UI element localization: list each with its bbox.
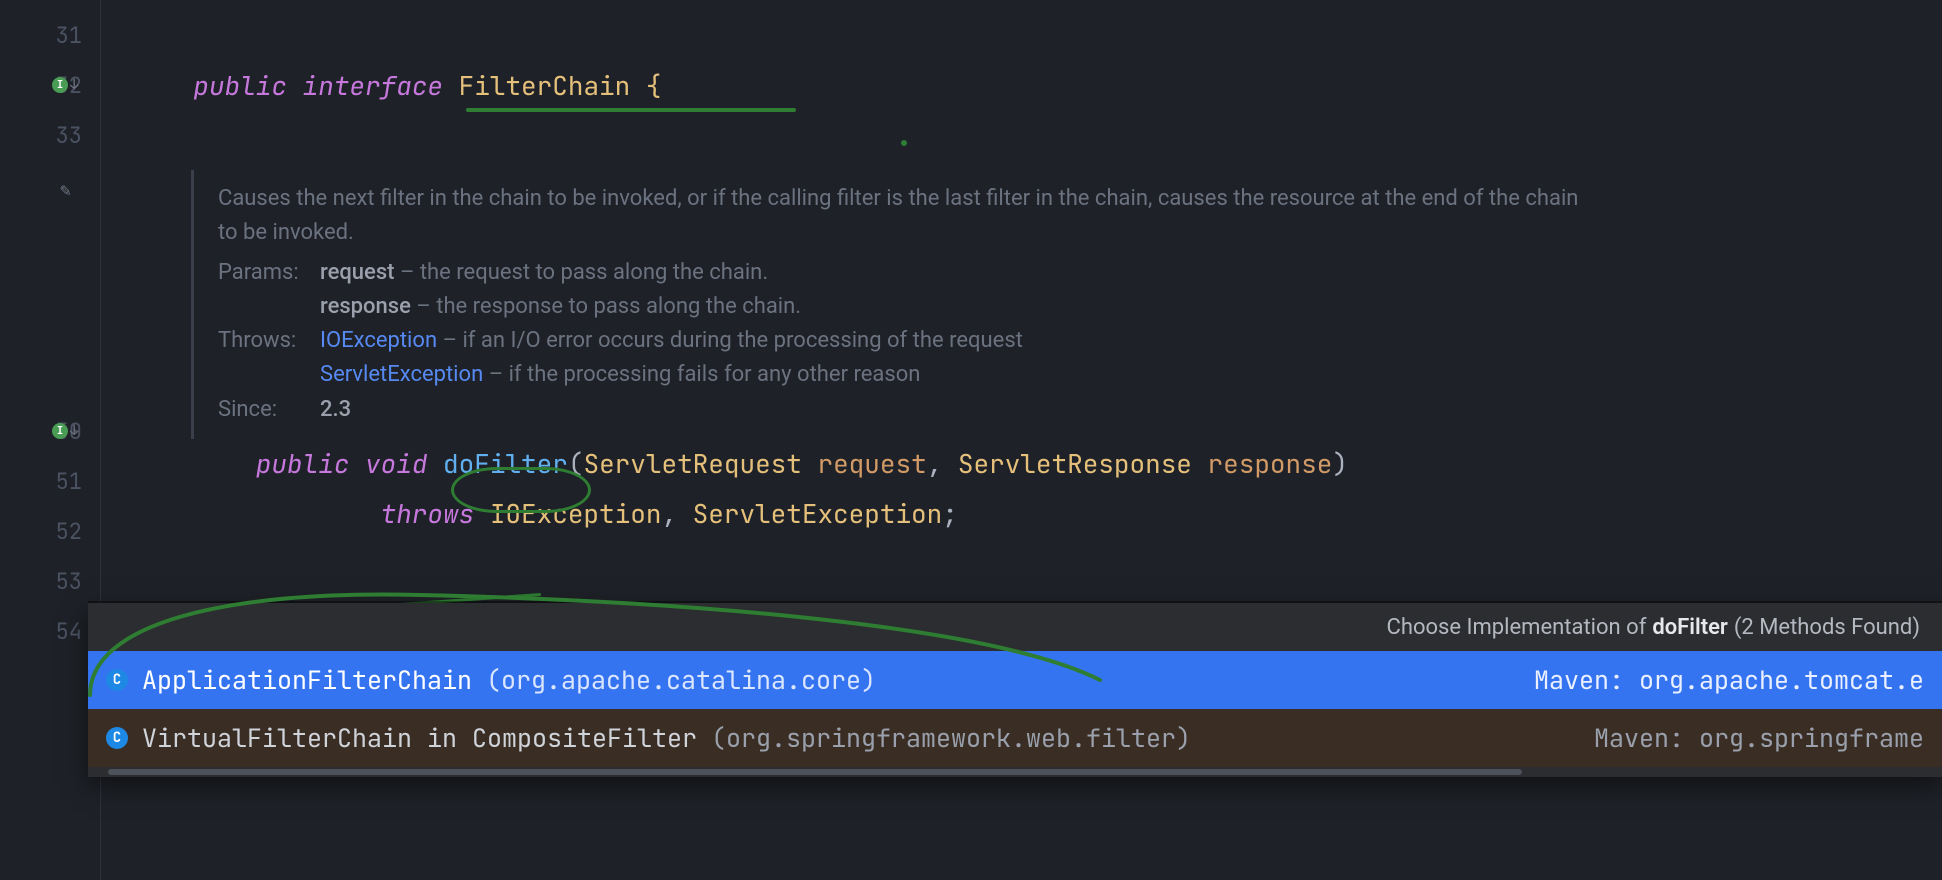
- code-line[interactable]: [101, 10, 1942, 60]
- line-number[interactable]: 33: [0, 110, 100, 160]
- line-number[interactable]: 54: [0, 606, 100, 656]
- interface-badge-icon: I: [52, 423, 68, 439]
- code-line[interactable]: public void doFilter(ServletRequest requ…: [101, 439, 1942, 489]
- code-line[interactable]: [101, 110, 1942, 160]
- choose-implementation-popup: Choose Implementation of doFilter (2 Met…: [88, 603, 1942, 777]
- popup-scrollbar[interactable]: [88, 767, 1942, 777]
- implementation-package: (org.springframework.web.filter): [711, 721, 1191, 755]
- annotation-circle: [451, 467, 591, 513]
- implementation-class: ApplicationFilterChain: [142, 663, 472, 697]
- implementation-item[interactable]: C ApplicationFilterChain (org.apache.cat…: [88, 651, 1942, 709]
- javadoc-tag: Throws:: [218, 324, 310, 358]
- line-number[interactable]: 53: [0, 556, 100, 606]
- javadoc-block: Causes the next filter in the chain to b…: [191, 170, 1591, 439]
- code-line[interactable]: throws IOException, ServletException;: [101, 489, 1942, 539]
- javadoc-summary: Causes the next filter in the chain to b…: [218, 182, 1591, 250]
- implements-gutter-icon[interactable]: I ↓: [52, 423, 78, 439]
- chevron-down-icon: ↓: [70, 78, 78, 92]
- implements-gutter-icon[interactable]: I ↓: [52, 77, 78, 93]
- param-name: response: [320, 294, 411, 319]
- gutter: 31 32 I ↓ 33 ✎ 50 I ↓ 51 52 53 54: [0, 0, 100, 880]
- line-number[interactable]: 50 I ↓: [0, 406, 100, 456]
- since-value: 2.3: [320, 393, 351, 427]
- gutter-spacer: ✎: [0, 160, 100, 220]
- line-number[interactable]: 52: [0, 506, 100, 556]
- line-number[interactable]: 32 I ↓: [0, 60, 100, 110]
- annotation-underline: [466, 108, 796, 112]
- implementation-source: Maven: org.springframe: [1594, 721, 1924, 755]
- javadoc-tag: Since:: [218, 393, 310, 427]
- class-icon: C: [106, 727, 128, 749]
- code-line[interactable]: [101, 539, 1942, 589]
- implementation-source: Maven: org.apache.tomcat.e: [1534, 663, 1924, 697]
- interface-badge-icon: I: [52, 77, 68, 93]
- implementation-class: VirtualFilterChain in CompositeFilter: [142, 721, 697, 755]
- chevron-down-icon: ↓: [70, 424, 78, 438]
- javadoc-tag: Params:: [218, 256, 310, 290]
- scrollbar-thumb[interactable]: [108, 769, 1522, 775]
- popup-title: Choose Implementation of doFilter (2 Met…: [88, 603, 1942, 651]
- implementation-item[interactable]: C VirtualFilterChain in CompositeFilter …: [88, 709, 1942, 767]
- edit-pencil-icon[interactable]: ✎: [60, 179, 71, 202]
- param-name: request: [320, 260, 394, 285]
- exception-link[interactable]: ServletException: [320, 362, 483, 387]
- code-line[interactable]: public interface FilterChain {: [101, 60, 1942, 110]
- gutter-spacer: [0, 220, 100, 406]
- line-number[interactable]: 51: [0, 456, 100, 506]
- line-number[interactable]: 31: [0, 10, 100, 60]
- annotation-dot: [901, 140, 907, 146]
- implementation-package: (org.apache.catalina.core): [486, 663, 876, 697]
- class-icon: C: [106, 669, 128, 691]
- exception-link[interactable]: IOException: [320, 328, 437, 353]
- interface-name: FilterChain: [459, 68, 631, 103]
